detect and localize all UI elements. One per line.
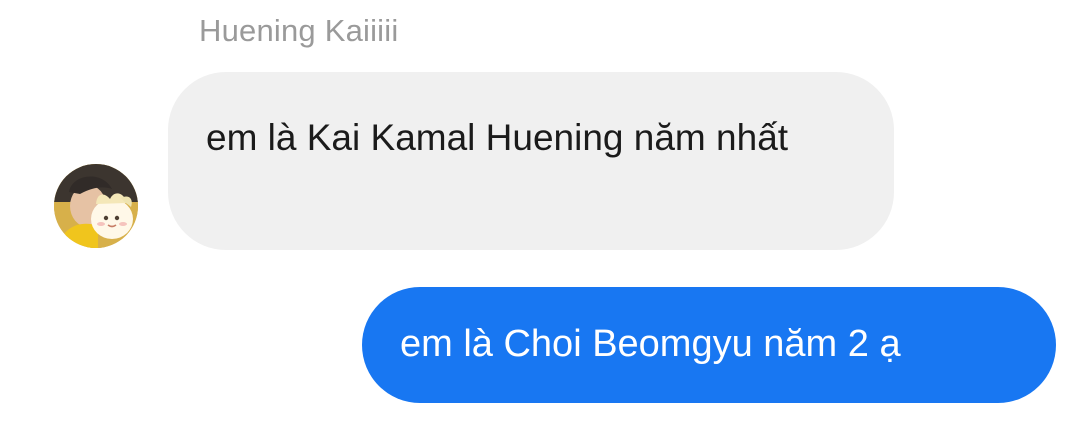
sender-name: Huening Kaiiiii [199, 13, 399, 48]
incoming-message-text: em là Kai Kamal Huening năm nhất [206, 117, 789, 158]
outgoing-message-text: em là Choi Beomgyu năm 2 ạ [400, 323, 901, 365]
avatar[interactable] [54, 164, 138, 248]
incoming-message-bubble[interactable]: em là Kai Kamal Huening năm nhất [168, 72, 894, 250]
outgoing-message-bubble[interactable]: em là Choi Beomgyu năm 2 ạ [362, 287, 1056, 403]
avatar-photo [54, 164, 138, 248]
